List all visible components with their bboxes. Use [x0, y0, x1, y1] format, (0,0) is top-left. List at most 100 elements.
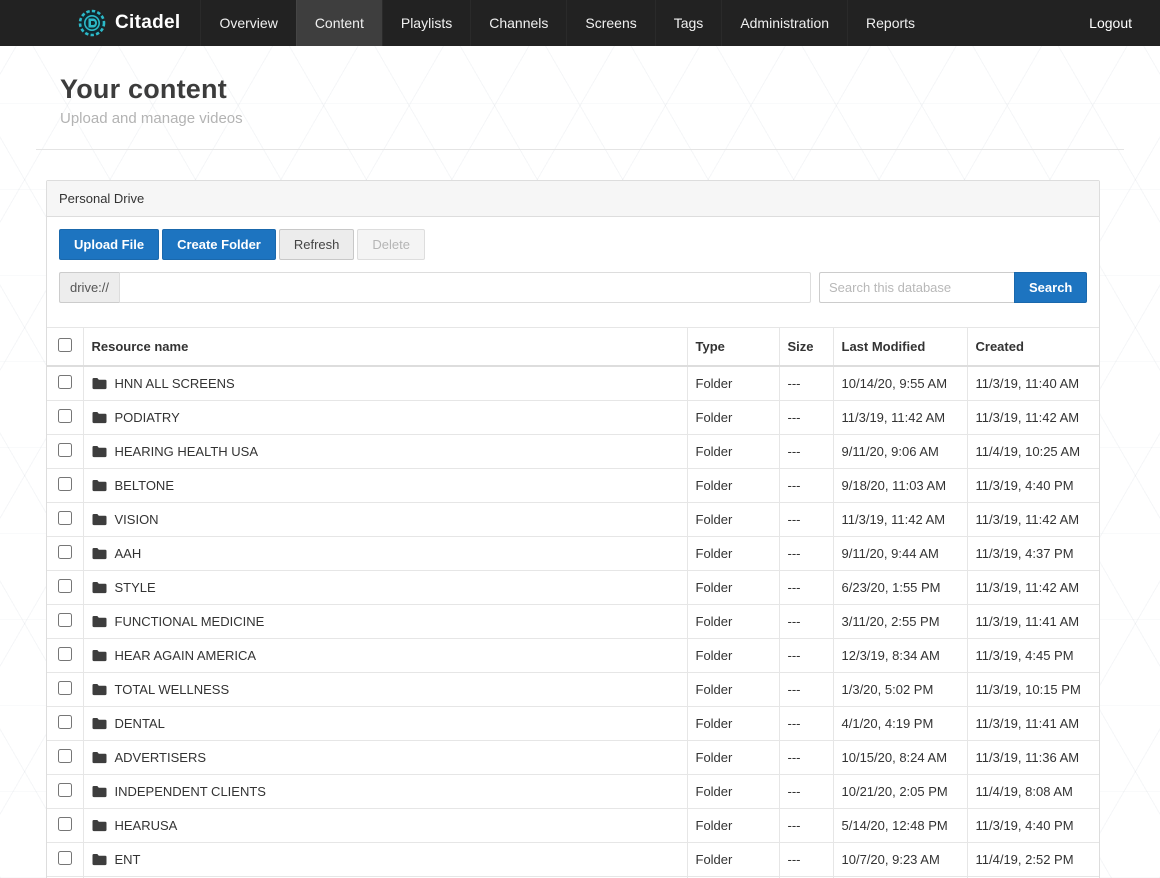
resource-size: --- — [779, 570, 834, 605]
refresh-button[interactable]: Refresh — [278, 229, 355, 260]
resource-last-modified: 5/14/20, 12:48 PM — [833, 808, 968, 843]
row-checkbox[interactable] — [57, 409, 72, 423]
table-row: PODIATRY Folder --- 11/3/19, 11:42 AM 11… — [47, 400, 1099, 435]
brand[interactable]: Citadel — [0, 0, 200, 46]
path-input[interactable] — [119, 272, 811, 303]
resource-last-modified: 9/11/20, 9:06 AM — [833, 434, 968, 469]
search-button[interactable]: Search — [1014, 272, 1088, 303]
resource-created: 11/4/19, 8:08 AM — [967, 774, 1099, 809]
table-row: AAH Folder --- 9/11/20, 9:44 AM 11/3/19,… — [47, 536, 1099, 571]
row-checkbox[interactable] — [57, 817, 72, 831]
resource-link[interactable]: ENT — [92, 852, 679, 867]
resource-created: 11/3/19, 11:41 AM — [967, 706, 1099, 741]
resource-name-cell: INDEPENDENT CLIENTS — [83, 774, 688, 809]
search-input[interactable] — [819, 272, 1014, 303]
row-checkbox[interactable] — [57, 715, 72, 729]
folder-icon — [92, 718, 106, 730]
nav-item-label: Reports — [866, 15, 916, 31]
row-checkbox-cell — [47, 774, 84, 809]
resource-type: Folder — [687, 502, 780, 537]
resource-name-cell: PODIATRY — [83, 400, 688, 435]
page-subtitle: Upload and manage videos — [60, 110, 243, 127]
resource-link[interactable]: PODIATRY — [92, 410, 679, 425]
resource-link[interactable]: HEARUSA — [92, 818, 679, 833]
row-checkbox[interactable] — [57, 375, 72, 389]
resource-link[interactable]: INDEPENDENT CLIENTS — [92, 784, 679, 799]
row-checkbox[interactable] — [57, 783, 72, 797]
resource-name: INDEPENDENT CLIENTS — [114, 784, 266, 799]
row-checkbox[interactable] — [57, 851, 72, 865]
brand-name: Citadel — [115, 12, 181, 33]
resource-size: --- — [779, 706, 834, 741]
resource-created: 11/3/19, 4:45 PM — [967, 638, 1099, 673]
table-row: HEARING HEALTH USA Folder --- 9/11/20, 9… — [47, 434, 1099, 469]
resource-link[interactable]: HNN ALL SCREENS — [92, 376, 679, 391]
path-prefix: drive:// — [59, 272, 120, 303]
row-checkbox[interactable] — [57, 749, 72, 763]
create-folder-button[interactable]: Create Folder — [162, 229, 276, 260]
nav-item-overview[interactable]: Overview — [200, 0, 295, 46]
resource-last-modified: 9/11/20, 9:44 AM — [833, 536, 968, 571]
resource-size: --- — [779, 400, 834, 435]
folder-icon — [92, 786, 106, 798]
row-checkbox[interactable] — [57, 511, 72, 525]
upload-file-button[interactable]: Upload File — [59, 229, 160, 260]
resource-link[interactable]: BELTONE — [92, 478, 679, 493]
nav-item-logout[interactable]: Logout — [1061, 0, 1160, 46]
resource-name-cell: BELTONE — [83, 468, 688, 503]
nav-item-reports[interactable]: Reports — [847, 0, 933, 46]
resource-link[interactable]: AAH — [92, 546, 679, 561]
resource-link[interactable]: TOTAL WELLNESS — [92, 682, 679, 697]
resource-last-modified: 4/1/20, 4:19 PM — [833, 706, 968, 741]
resource-link[interactable]: VISION — [92, 512, 679, 527]
nav-item-label: Screens — [585, 15, 637, 31]
row-checkbox[interactable] — [57, 545, 72, 559]
resource-created: 11/3/19, 11:42 AM — [967, 400, 1099, 435]
table-row: VISION Folder --- 11/3/19, 11:42 AM 11/3… — [47, 502, 1099, 537]
header-last-modified: Last Modified — [833, 327, 968, 367]
page-title: Your content — [60, 74, 227, 104]
nav-item-tags[interactable]: Tags — [654, 0, 722, 46]
select-all-checkbox[interactable] — [57, 338, 72, 352]
resource-size: --- — [779, 365, 834, 401]
resource-type: Folder — [687, 740, 780, 775]
nav-item-screens[interactable]: Screens — [566, 0, 654, 46]
row-checkbox[interactable] — [57, 647, 72, 661]
nav-item-label: Administration — [740, 15, 830, 31]
nav-item-content[interactable]: Content — [295, 0, 382, 46]
resource-link[interactable]: HEAR AGAIN AMERICA — [92, 648, 679, 663]
resource-name-cell: DENTAL — [83, 706, 688, 741]
resource-name: VISION — [114, 512, 159, 527]
row-checkbox[interactable] — [57, 681, 72, 695]
resource-last-modified: 10/7/20, 9:23 AM — [833, 842, 968, 877]
nav-item-channels[interactable]: Channels — [470, 0, 566, 46]
personal-drive-panel: Personal Drive Upload File Create Folder… — [46, 180, 1100, 878]
folder-icon — [92, 854, 106, 866]
resource-created: 11/3/19, 11:36 AM — [967, 740, 1099, 775]
resource-link[interactable]: ADVERTISERS — [92, 750, 679, 765]
resource-link[interactable]: HEARING HEALTH USA — [92, 444, 679, 459]
row-checkbox[interactable] — [57, 443, 72, 457]
resource-created: 11/3/19, 4:40 PM — [967, 468, 1099, 503]
row-checkbox[interactable] — [57, 613, 72, 627]
row-checkbox[interactable] — [57, 579, 72, 593]
nav-item-administration[interactable]: Administration — [721, 0, 847, 46]
resource-link[interactable]: DENTAL — [92, 716, 679, 731]
nav-item-playlists[interactable]: Playlists — [381, 0, 470, 46]
resource-type: Folder — [687, 468, 780, 503]
resource-last-modified: 10/15/20, 8:24 AM — [833, 740, 968, 775]
row-checkbox-cell — [47, 468, 84, 503]
resource-created: 11/3/19, 11:40 AM — [967, 365, 1099, 401]
resource-name: FUNCTIONAL MEDICINE — [114, 614, 265, 629]
resource-link[interactable]: FUNCTIONAL MEDICINE — [92, 614, 679, 629]
row-checkbox[interactable] — [57, 477, 72, 491]
resource-type: Folder — [687, 400, 780, 435]
table-header-row: Resource name Type Size Last Modified Cr… — [47, 327, 1099, 367]
resource-last-modified: 12/3/19, 8:34 AM — [833, 638, 968, 673]
delete-button[interactable]: Delete — [357, 229, 425, 260]
folder-icon — [92, 514, 106, 526]
table-row: HNN ALL SCREENS Folder --- 10/14/20, 9:5… — [47, 365, 1099, 401]
nav-items: Overview Content Playlists Channels Scre… — [200, 0, 933, 46]
resource-link[interactable]: STYLE — [92, 580, 679, 595]
row-checkbox-cell — [47, 434, 84, 469]
